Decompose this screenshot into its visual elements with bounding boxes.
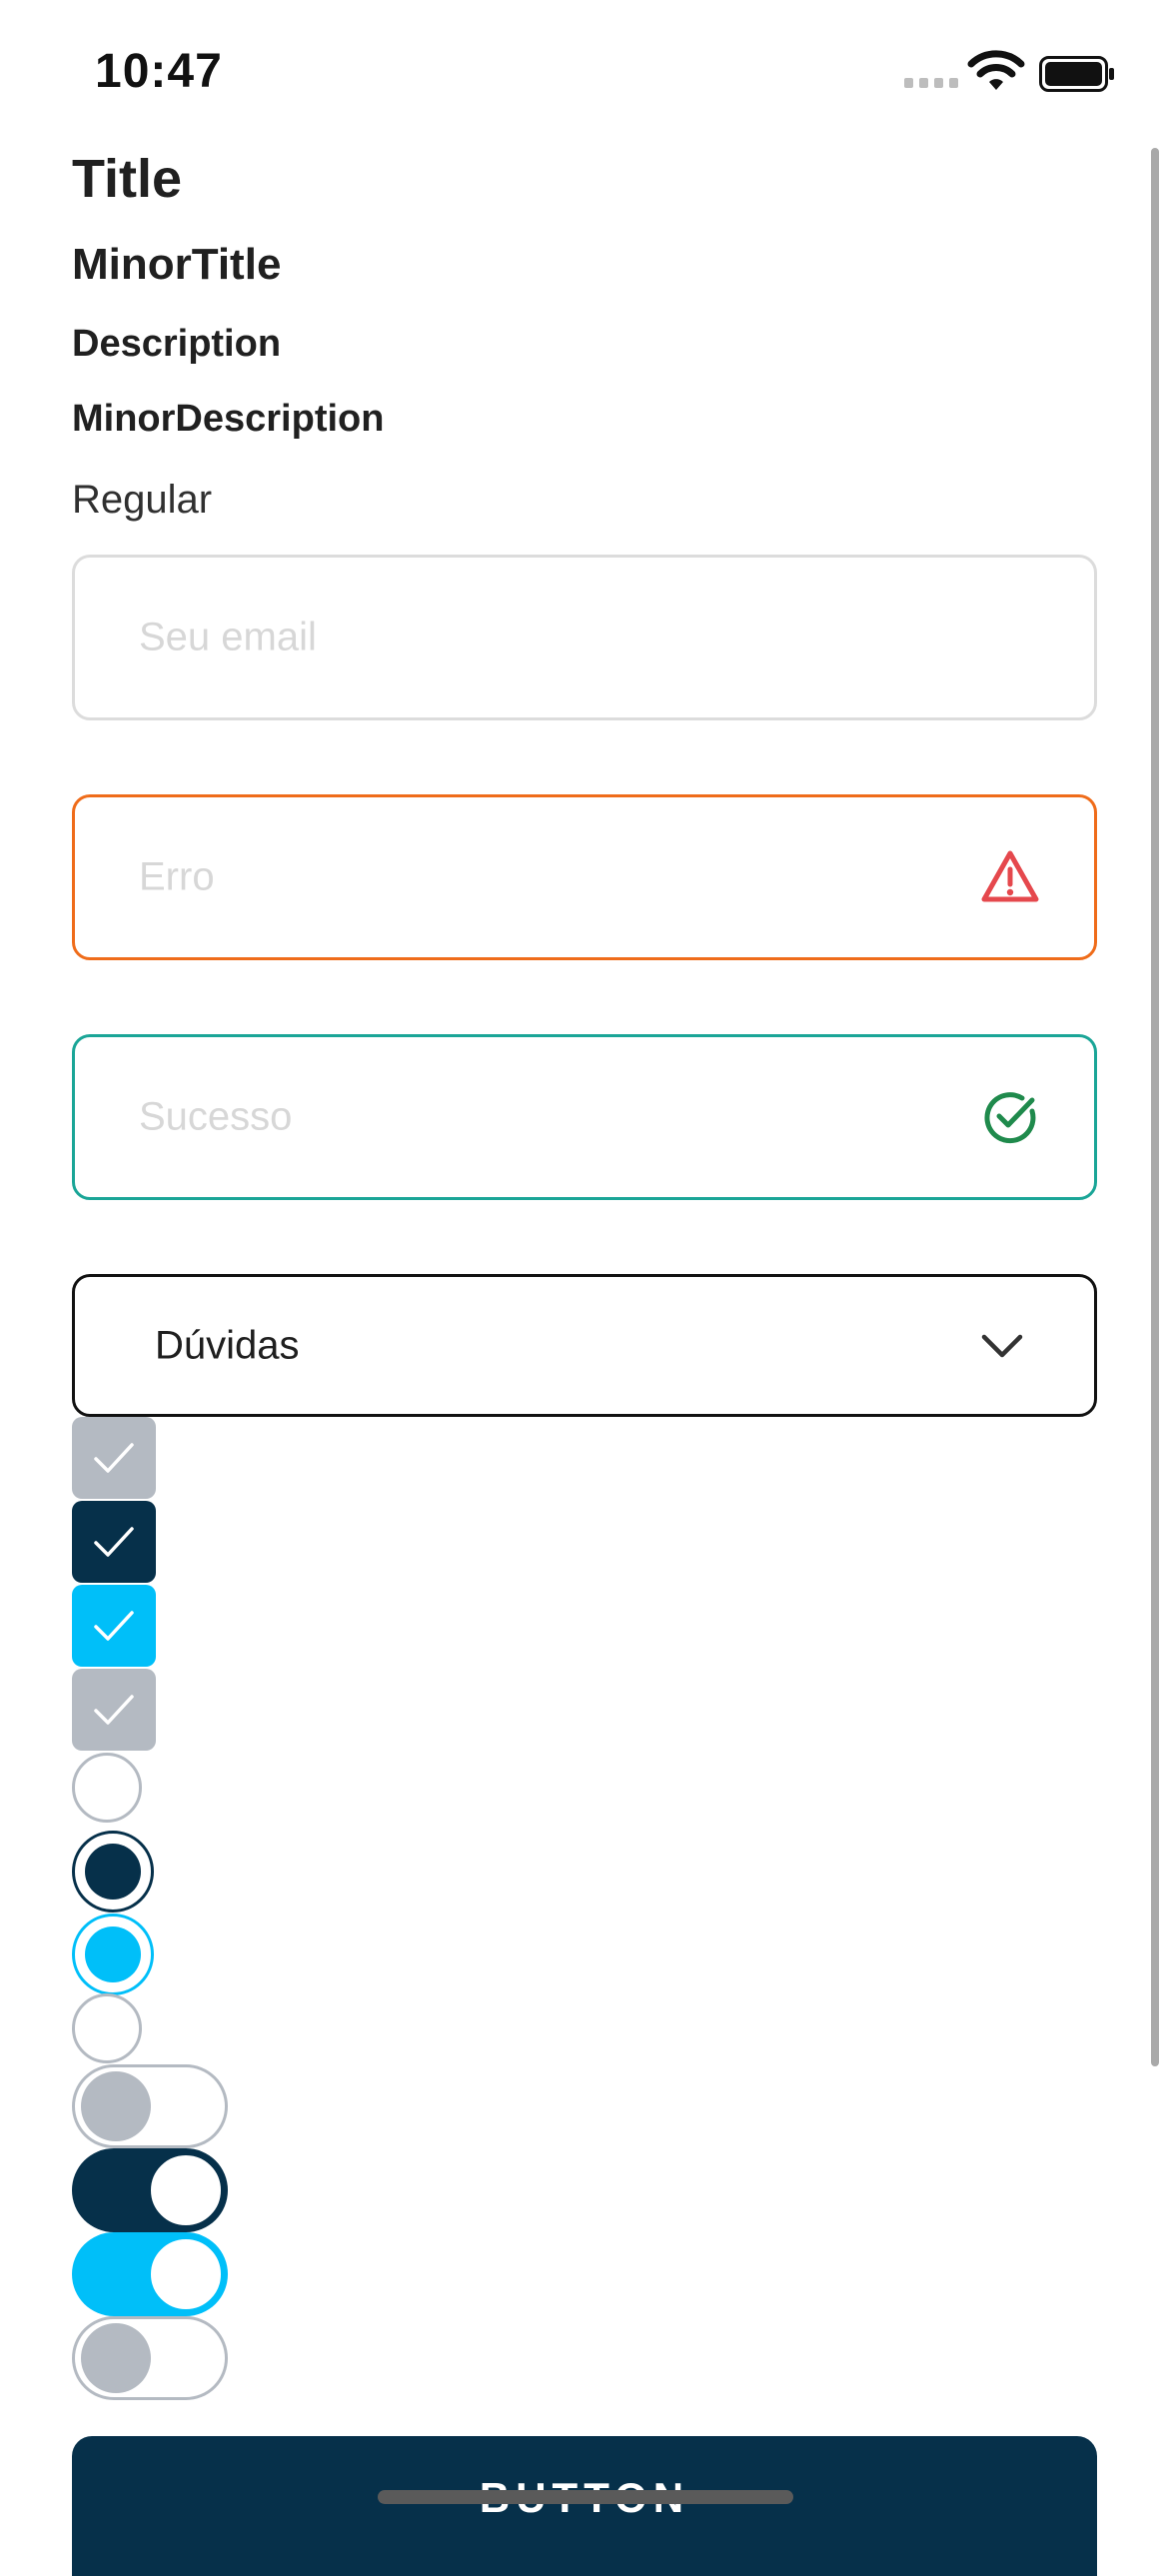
radio-unselected[interactable] xyxy=(72,1993,142,2063)
radio-dot xyxy=(85,1927,141,1982)
select-value: Dúvidas xyxy=(155,1323,300,1367)
toggle-accent-on[interactable] xyxy=(72,2232,228,2316)
battery-icon xyxy=(1039,56,1114,92)
toggle-knob xyxy=(81,2323,151,2393)
error-input[interactable]: Erro xyxy=(72,794,1097,960)
success-placeholder: Sucesso xyxy=(139,1094,293,1139)
scrollbar[interactable] xyxy=(1151,148,1159,2066)
email-input[interactable]: Seu email xyxy=(72,555,1097,720)
radio-dot xyxy=(85,1844,141,1900)
check-circle-icon xyxy=(984,1092,1036,1144)
cellular-signal-icon xyxy=(904,78,960,90)
radio-unselected[interactable] xyxy=(72,1753,142,1823)
toggle-off[interactable] xyxy=(72,2064,228,2148)
checkmark-icon xyxy=(94,1527,134,1557)
toggle-knob xyxy=(148,2236,224,2312)
topic-select[interactable]: Dúvidas xyxy=(72,1274,1097,1417)
description-text: Description xyxy=(72,323,282,365)
checkbox-primary-checked[interactable] xyxy=(72,1501,156,1583)
checkbox-disabled-checked[interactable] xyxy=(72,1669,156,1751)
primary-button[interactable]: BUTTON xyxy=(72,2436,1097,2576)
title-text: Title xyxy=(72,149,183,209)
home-indicator[interactable] xyxy=(378,2490,793,2504)
status-time: 10:47 xyxy=(95,45,223,98)
chevron-down-icon xyxy=(981,1334,1023,1357)
checkmark-icon xyxy=(94,1443,134,1473)
toggle-knob xyxy=(81,2071,151,2141)
toggle-primary-on[interactable] xyxy=(72,2148,228,2232)
email-placeholder: Seu email xyxy=(139,615,317,659)
regular-text: Regular xyxy=(72,478,213,522)
checkmark-icon xyxy=(94,1695,134,1725)
minor-title-text: MinorTitle xyxy=(72,240,282,289)
checkbox-disabled-checked[interactable] xyxy=(72,1417,156,1499)
warning-icon xyxy=(981,850,1039,902)
checkmark-icon xyxy=(94,1611,134,1641)
radio-accent-selected[interactable] xyxy=(72,1914,154,1995)
toggle-knob xyxy=(148,2152,224,2228)
toggle-off[interactable] xyxy=(72,2316,228,2400)
success-input[interactable]: Sucesso xyxy=(72,1034,1097,1200)
error-placeholder: Erro xyxy=(139,854,215,899)
radio-primary-selected[interactable] xyxy=(72,1831,154,1913)
wifi-icon xyxy=(967,50,1025,90)
minor-description-text: MinorDescription xyxy=(72,398,385,440)
checkbox-accent-checked[interactable] xyxy=(72,1585,156,1667)
